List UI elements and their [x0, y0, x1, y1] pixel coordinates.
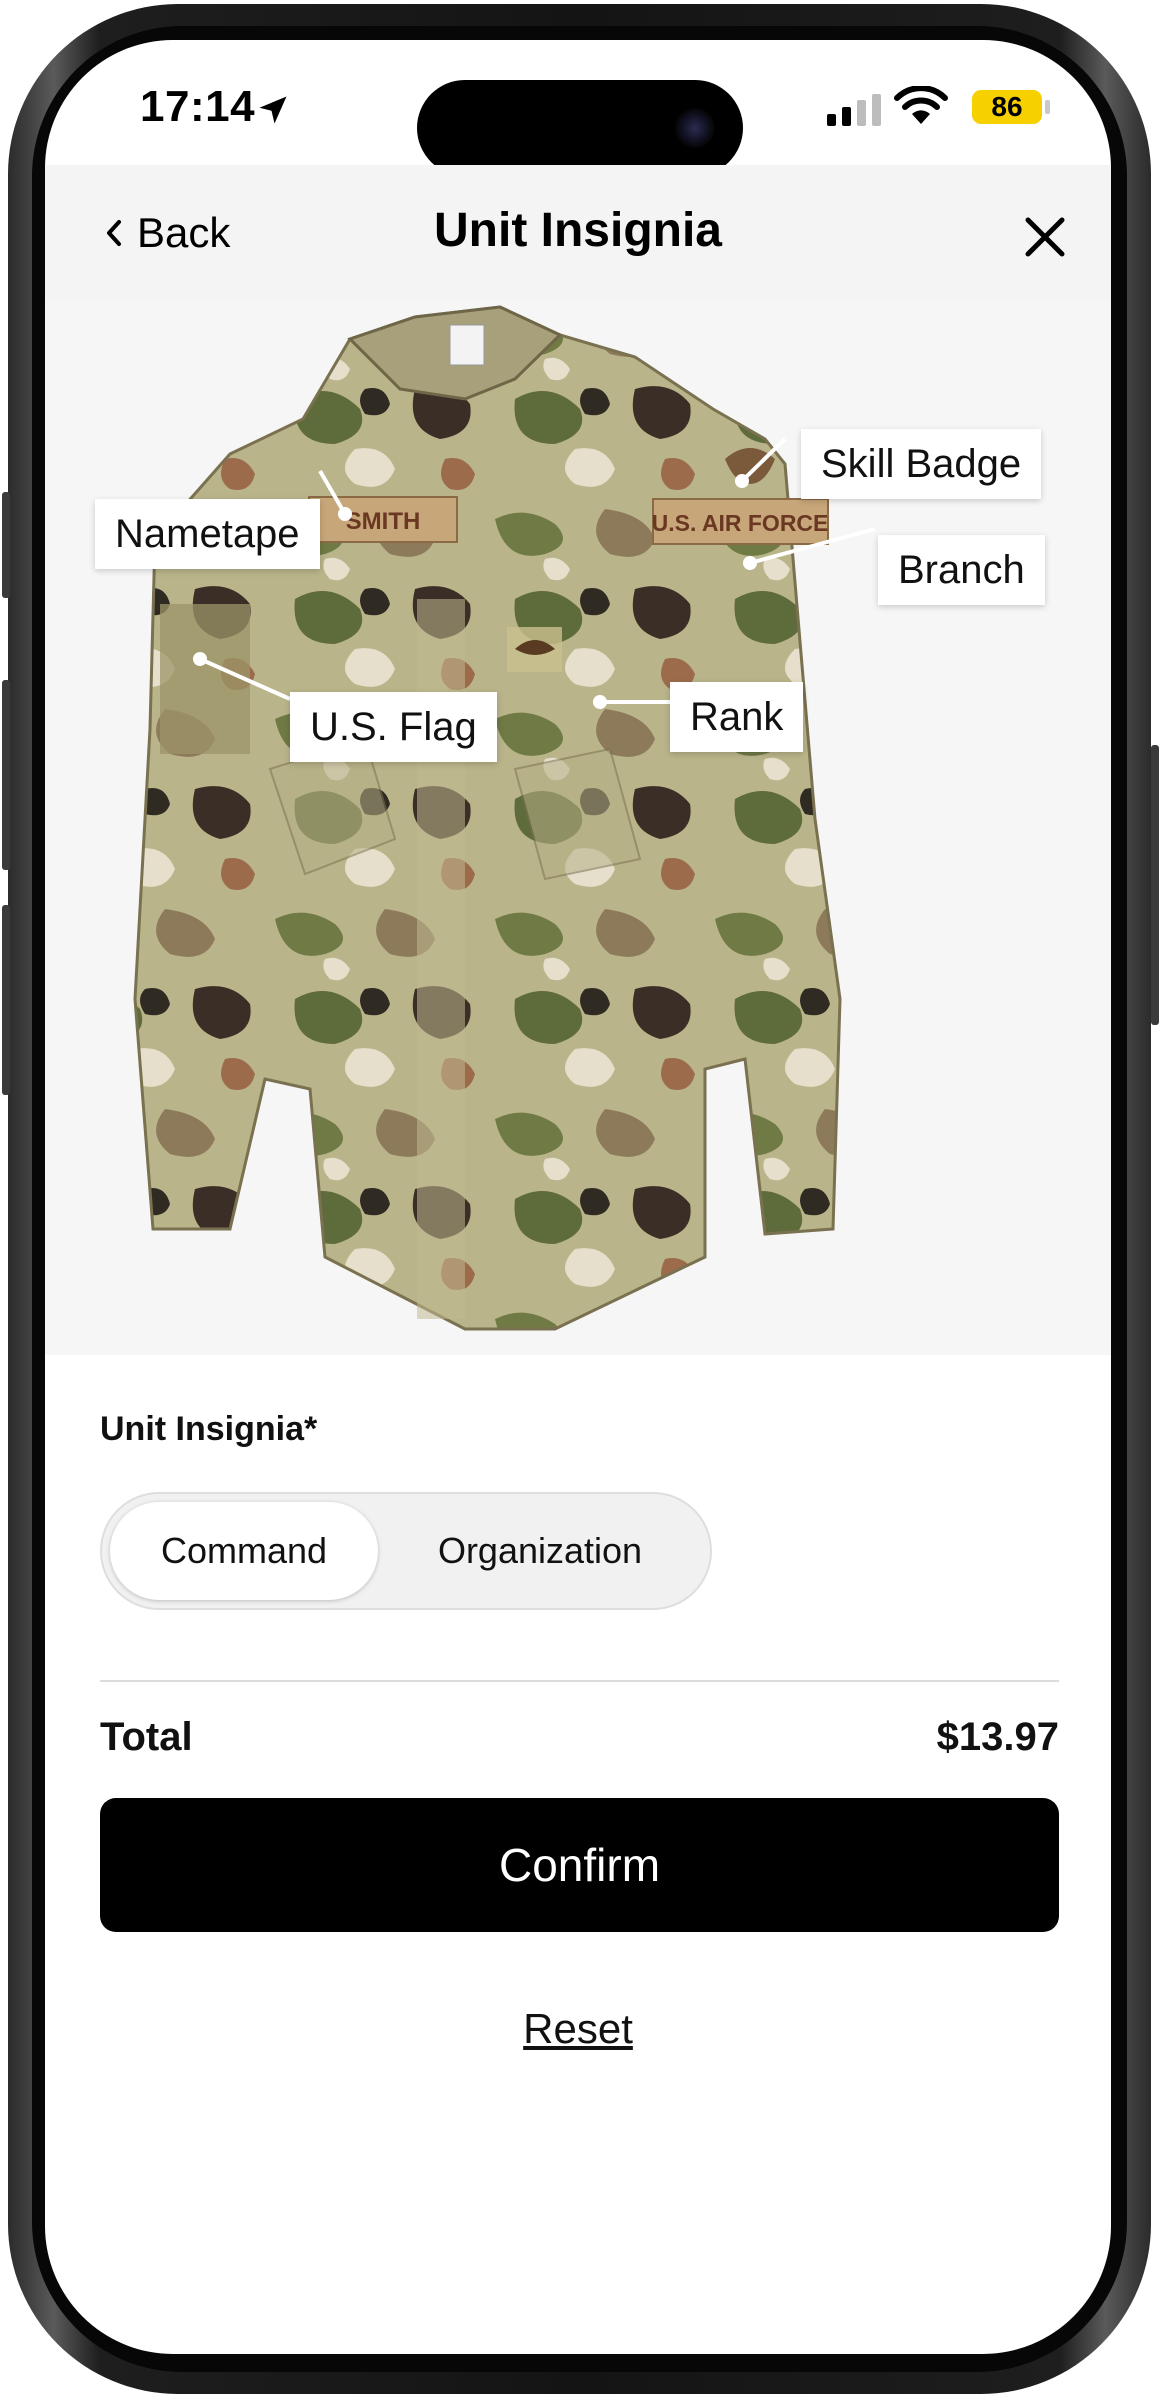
- app-screen: 17:14 86 Back Unit Insignia SMITH U.S. A…: [45, 40, 1111, 2354]
- option-organization[interactable]: Organization: [384, 1502, 696, 1600]
- action-button: [2, 492, 10, 598]
- uniform-preview: SMITH U.S. AIR FORCE Nametape Skill Badg…: [45, 299, 1111, 1355]
- reset-link[interactable]: Reset: [45, 2005, 1111, 2053]
- status-time: 17:14: [140, 82, 256, 131]
- tag-nametape: Nametape: [95, 499, 320, 569]
- divider: [100, 1680, 1059, 1682]
- dynamic-island: [417, 80, 743, 176]
- front-camera: [675, 108, 715, 148]
- total-label: Total: [100, 1715, 193, 1759]
- insignia-type-selector: Command Organization: [100, 1492, 712, 1610]
- page-title: Unit Insignia: [434, 204, 722, 257]
- close-icon[interactable]: [1023, 215, 1067, 259]
- name-patch-text: SMITH: [346, 508, 421, 535]
- tag-branch: Branch: [878, 535, 1045, 605]
- unit-insignia-label: Unit Insignia*: [100, 1410, 318, 1448]
- battery-indicator: 86: [972, 90, 1042, 124]
- tag-skill-badge: Skill Badge: [801, 429, 1042, 499]
- tag-rank: Rank: [670, 682, 804, 752]
- cellular-signal-icon: [827, 94, 881, 126]
- volume-up-button: [2, 680, 10, 870]
- branch-patch-text: U.S. AIR FORCE: [652, 510, 829, 536]
- total-value: $13.97: [936, 1715, 1059, 1759]
- option-command[interactable]: Command: [110, 1502, 378, 1600]
- status-bar: 17:14 86: [45, 40, 1111, 176]
- nav-bar: Back Unit Insignia: [45, 165, 1111, 299]
- power-button: [1151, 745, 1159, 1025]
- volume-down-button: [2, 905, 10, 1095]
- battery-cap: [1045, 100, 1050, 114]
- wifi-icon: [894, 86, 948, 124]
- location-arrow-icon: [259, 96, 287, 124]
- confirm-button[interactable]: Confirm: [100, 1798, 1059, 1932]
- tag-us-flag: U.S. Flag: [290, 692, 497, 762]
